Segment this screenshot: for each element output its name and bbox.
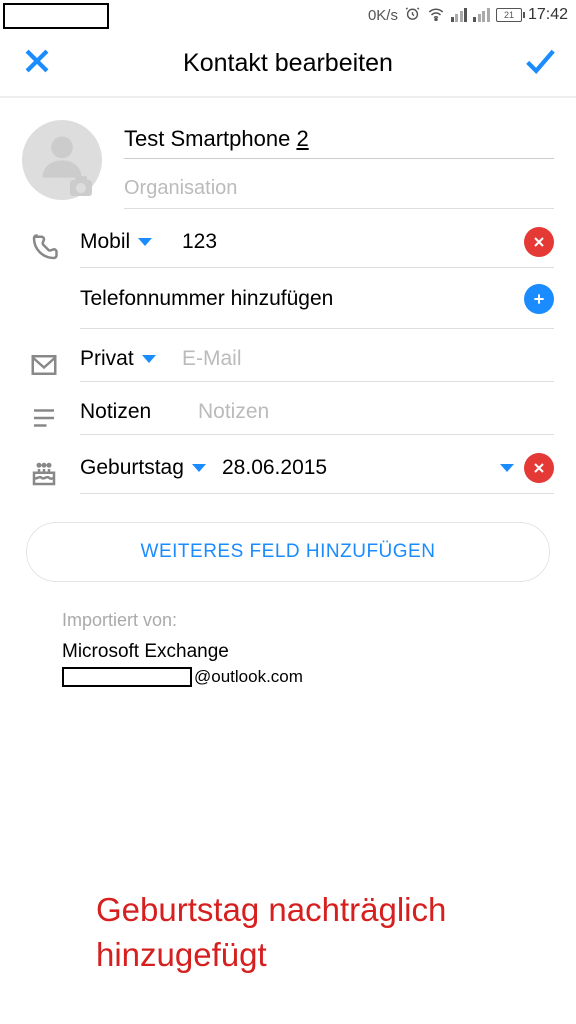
birthday-type-dropdown[interactable]: Geburtstag	[80, 456, 216, 480]
chevron-down-icon	[138, 238, 152, 246]
organisation-input[interactable]: Organisation	[124, 159, 554, 209]
page-title: Kontakt bearbeiten	[183, 49, 393, 78]
title-bar: Kontakt bearbeiten	[0, 30, 576, 98]
notes-icon	[22, 403, 66, 433]
add-field-button[interactable]: WEITERES FELD HINZUFÜGEN	[26, 522, 550, 582]
phone-value-input[interactable]: 123	[182, 230, 518, 254]
imported-source: Microsoft Exchange	[62, 641, 554, 663]
net-speed: 0K/s	[368, 7, 398, 24]
imported-email: @outlook.com	[62, 667, 554, 687]
signal-1-icon	[451, 8, 468, 22]
birthday-icon	[22, 459, 66, 489]
notes-label: Notizen	[80, 400, 192, 424]
mail-icon	[22, 350, 66, 380]
wifi-icon	[427, 6, 445, 25]
status-bar: 0K/s 21 17:42	[0, 0, 576, 30]
signal-2-icon	[473, 8, 490, 22]
battery-icon: 21	[496, 8, 522, 22]
name-input[interactable]: Test Smartphone 2	[124, 120, 554, 159]
email-type-dropdown[interactable]: Privat	[80, 347, 176, 371]
avatar[interactable]	[22, 120, 102, 200]
cancel-button[interactable]	[20, 44, 54, 83]
annotation-text: Geburtstag nachträglich hinzugefügt	[96, 888, 576, 977]
camera-icon	[70, 180, 92, 196]
alarm-icon	[404, 5, 421, 26]
email-input[interactable]: E-Mail	[182, 347, 554, 371]
remove-birthday-button[interactable]	[524, 453, 554, 483]
add-phone-button[interactable]	[524, 284, 554, 314]
clock: 17:42	[528, 6, 568, 24]
phone-type-dropdown[interactable]: Mobil	[80, 230, 176, 254]
add-phone-row[interactable]: Telefonnummer hinzufügen	[80, 268, 554, 329]
confirm-button[interactable]	[522, 44, 556, 83]
birthday-value[interactable]: 28.06.2015	[222, 456, 490, 480]
chevron-down-icon	[192, 464, 206, 472]
chevron-down-icon	[142, 355, 156, 363]
remove-phone-button[interactable]	[524, 227, 554, 257]
redaction-box	[62, 667, 192, 687]
add-phone-label: Telefonnummer hinzufügen	[80, 287, 524, 311]
redaction-box	[3, 3, 109, 29]
birthday-date-dropdown[interactable]	[500, 464, 514, 472]
notes-input[interactable]: Notizen	[198, 400, 554, 424]
imported-from-label: Importiert von:	[62, 610, 548, 631]
phone-icon	[22, 233, 66, 263]
